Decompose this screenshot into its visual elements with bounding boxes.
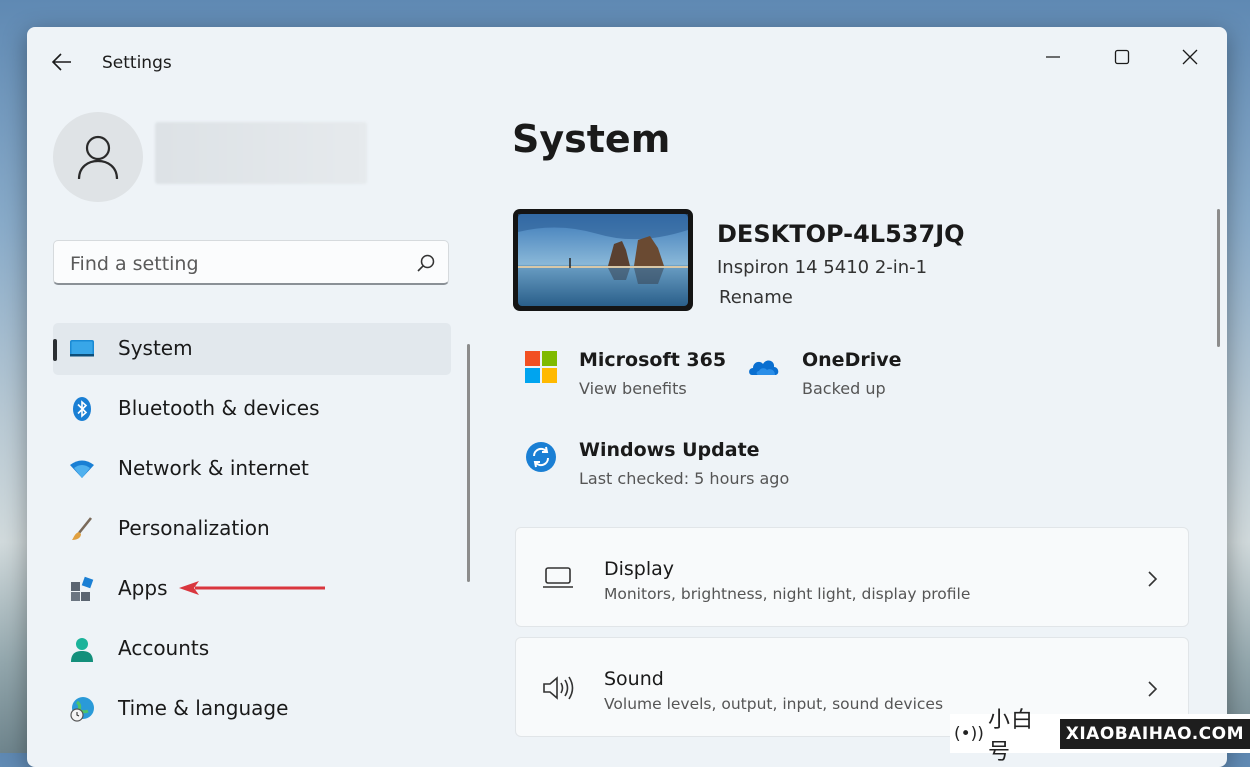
tile-subtitle: Last checked: 5 hours ago [579,469,790,488]
sidebar-item-network[interactable]: Network & internet [53,443,451,495]
brush-icon [72,517,93,540]
globe-clock-icon [70,697,94,722]
maximize-button[interactable] [1099,39,1145,75]
display-card[interactable]: Display Monitors, brightness, night ligh… [515,527,1189,627]
sidebar-item-label: Time & language [118,696,289,720]
microsoft-logo-icon [525,351,557,383]
sidebar-item-label: Apps [118,576,168,600]
watermark-cn: 小白号 [987,707,1034,765]
tile-subtitle: Backed up [802,379,886,398]
device-model: Inspiron 14 5410 2-in-1 [717,257,928,278]
device-name: DESKTOP-4L537JQ [717,220,965,248]
sidebar-item-system[interactable]: System [53,323,451,375]
person-icon [71,638,93,662]
sidebar-item-label: Network & internet [118,456,309,480]
sidebar-item-bluetooth[interactable]: Bluetooth & devices [53,383,451,435]
person-icon [77,135,119,180]
wallpaper-image [518,214,688,306]
back-button[interactable] [47,49,77,75]
back-arrow-icon [51,53,71,71]
annotation-arrow-icon [179,581,325,595]
watermark-en: XIAOBAIHAO.COM [1059,718,1250,749]
rename-link[interactable]: Rename [719,287,793,308]
cloud-icon [749,360,779,375]
selection-indicator [53,339,57,361]
sidebar-item-personalization[interactable]: Personalization [53,503,451,555]
tile-title: Windows Update [579,439,760,461]
close-button[interactable] [1167,39,1213,75]
sidebar-item-label: Personalization [118,516,270,540]
apps-icon [71,576,94,601]
chevron-right-icon [1148,571,1158,587]
sidebar-item-time-language[interactable]: Time & language [53,683,451,735]
close-icon [1182,49,1198,65]
watermark-symbol: (•)) [954,723,984,744]
main-scrollbar[interactable] [1217,209,1220,347]
avatar[interactable] [53,112,143,202]
sidebar-item-label: System [118,336,193,360]
page-title: System [512,117,671,161]
maximize-icon [1114,49,1130,65]
tile-subtitle: View benefits [579,379,687,398]
speaker-icon [543,676,574,700]
app-title: Settings [102,53,172,73]
minimize-icon [1046,56,1060,58]
sidebar-item-accounts[interactable]: Accounts [53,623,451,675]
card-title: Sound [604,668,664,690]
search-box[interactable] [53,240,449,285]
user-name-redacted [155,122,367,184]
wifi-icon [70,460,94,478]
sidebar-item-label: Accounts [118,636,210,660]
search-icon[interactable] [416,253,436,273]
laptop-icon [543,567,573,588]
sync-icon [526,442,556,472]
device-wallpaper-thumbnail [513,209,693,311]
tile-title: OneDrive [802,349,902,371]
search-input[interactable] [68,249,402,279]
card-title: Display [604,558,675,580]
sidebar-item-label: Bluetooth & devices [118,396,320,420]
minimize-button[interactable] [1030,39,1076,75]
chevron-right-icon [1148,681,1158,697]
title-bar: Settings [27,27,1227,87]
watermark: (•)) 小白号 XIAOBAIHAO.COM [950,708,1250,765]
card-subtitle: Volume levels, output, input, sound devi… [604,695,944,713]
sidebar-scrollbar[interactable] [467,344,470,582]
monitor-icon [70,340,94,357]
tile-title: Microsoft 365 [579,349,727,371]
card-subtitle: Monitors, brightness, night light, displ… [604,585,971,603]
settings-window: Settings System [27,27,1227,767]
bluetooth-icon [73,397,91,421]
